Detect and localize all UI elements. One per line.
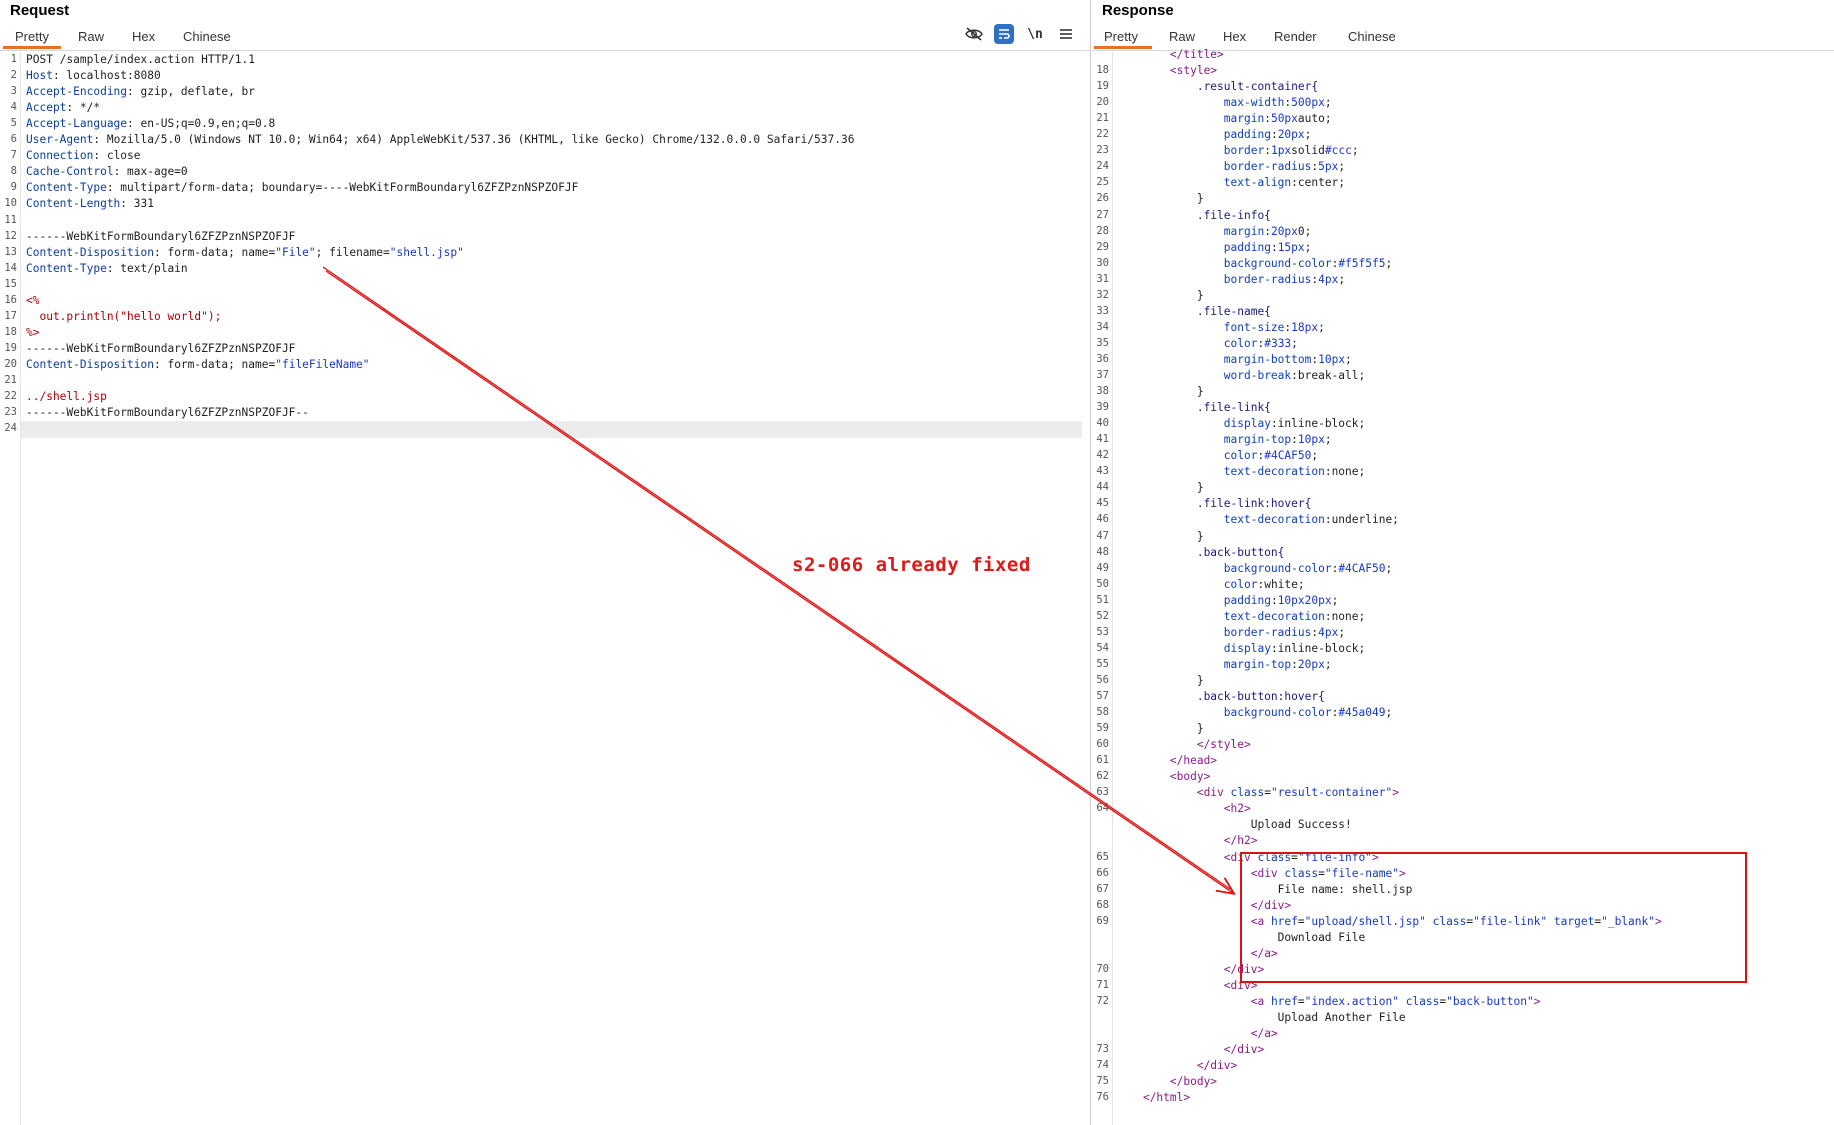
annotation-label: s2-066 already fixed [792, 554, 1031, 576]
highlight-box [1240, 852, 1747, 983]
